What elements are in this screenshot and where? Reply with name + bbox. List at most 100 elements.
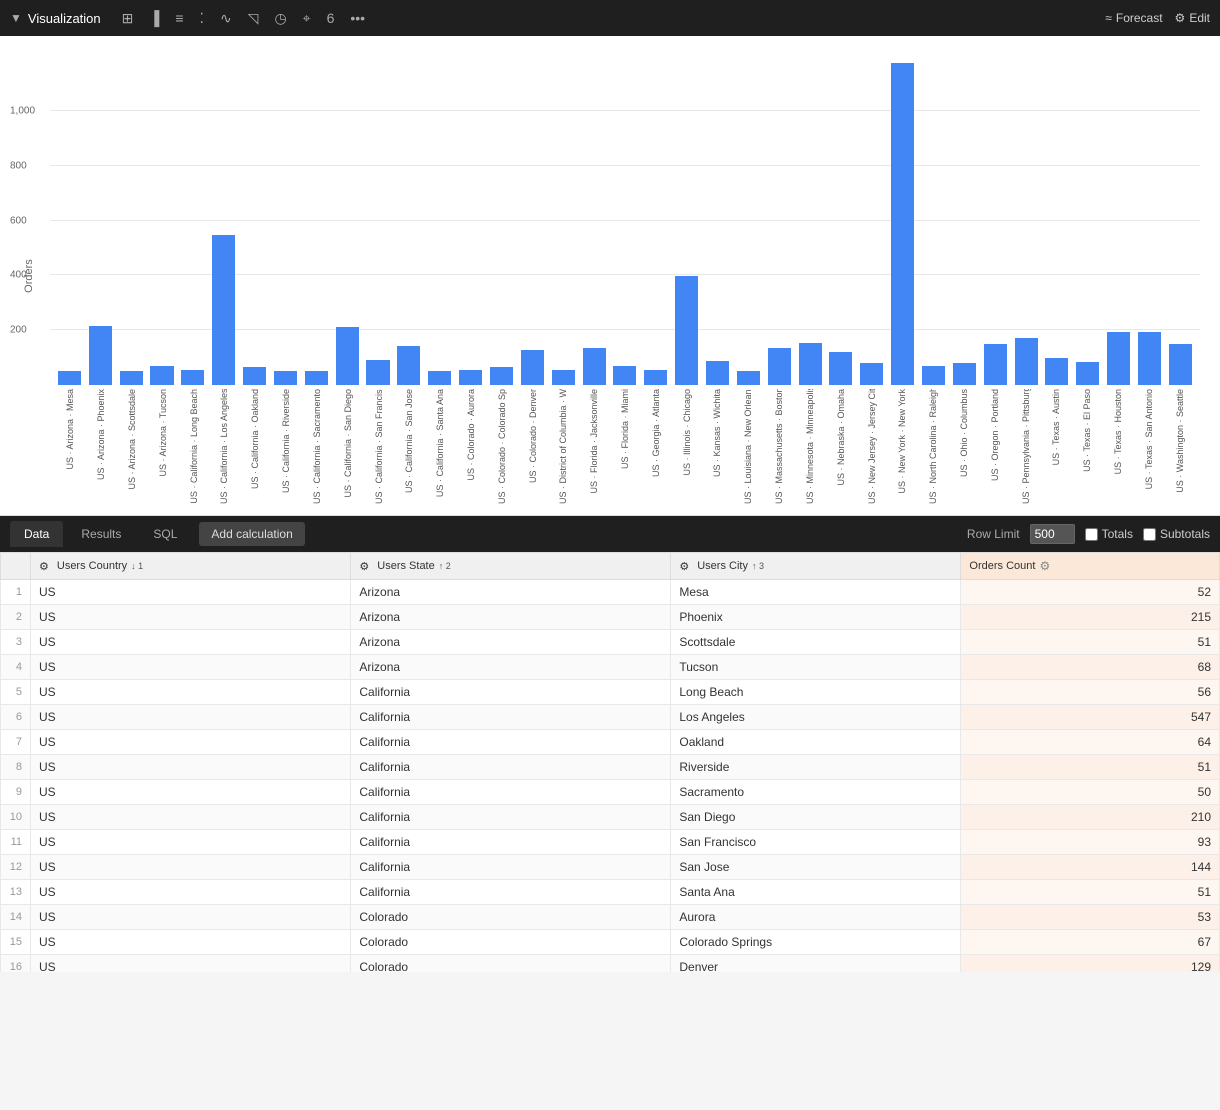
orders-cell: 215 <box>961 605 1220 630</box>
bar-wrap[interactable] <box>765 56 794 385</box>
bar-wrap[interactable] <box>857 56 886 385</box>
bar-wrap[interactable] <box>487 56 516 385</box>
bar-wrap[interactable] <box>1135 56 1164 385</box>
forecast-button[interactable]: ≈ Forecast <box>1105 11 1162 25</box>
table-icon[interactable]: ≡ <box>170 7 188 29</box>
dropdown-arrow-icon[interactable]: ▼ <box>10 11 22 25</box>
bar-wrap[interactable] <box>580 56 609 385</box>
bar <box>644 370 667 385</box>
bar-wrap[interactable] <box>456 56 485 385</box>
city-col-label: Users City <box>697 560 748 572</box>
country-cell: US <box>31 680 351 705</box>
bar-wrap[interactable] <box>1012 56 1041 385</box>
bar-wrap[interactable] <box>1043 56 1072 385</box>
clock-icon[interactable]: ◷ <box>269 7 291 30</box>
bar-wrap[interactable] <box>796 56 825 385</box>
gear-icon-state[interactable]: ⚙ <box>359 560 369 573</box>
edit-button[interactable]: ⚙ Edit <box>1175 11 1210 25</box>
col-users-country[interactable]: ⚙ Users Country ↓ 1 <box>31 553 351 580</box>
tab-data[interactable]: Data <box>10 521 63 547</box>
bar <box>58 371 81 385</box>
bar-wrap[interactable] <box>919 56 948 385</box>
tab-results[interactable]: Results <box>67 521 135 547</box>
bar-wrap[interactable] <box>117 56 146 385</box>
x-label-wrap: US · California · Sacramento <box>302 385 333 505</box>
country-cell: US <box>31 730 351 755</box>
gear-icon-city[interactable]: ⚙ <box>679 560 689 573</box>
chart-container: Orders 1,000800600400200 US · Arizona · … <box>0 36 1220 516</box>
x-label: US · California · Sacramento <box>312 389 322 504</box>
bar-wrap[interactable] <box>703 56 732 385</box>
bar-wrap[interactable] <box>364 56 393 385</box>
map-icon[interactable]: ⌖ <box>298 7 316 30</box>
bar <box>1169 344 1192 385</box>
x-label-wrap: US · Arizona · Scottsdale <box>117 385 148 505</box>
line-icon[interactable]: ∿ <box>215 7 237 30</box>
state-cell: California <box>351 755 671 780</box>
gear-icon[interactable]: ⚙ <box>39 560 49 573</box>
bar-wrap[interactable] <box>734 56 763 385</box>
subtotals-checkbox-label[interactable]: Subtotals <box>1143 527 1210 541</box>
bar-wrap[interactable] <box>240 56 269 385</box>
bar-wrap[interactable] <box>981 56 1010 385</box>
bar-wrap[interactable] <box>271 56 300 385</box>
scatter-icon[interactable]: ⁚ <box>194 7 208 30</box>
city-cell: San Diego <box>671 805 961 830</box>
bar-wrap[interactable] <box>178 56 207 385</box>
totals-checkbox[interactable] <box>1085 528 1098 541</box>
bar-wrap[interactable] <box>333 56 362 385</box>
add-calculation-button[interactable]: Add calculation <box>199 522 304 546</box>
bar-chart-icon[interactable]: ▐ <box>144 7 164 29</box>
more-icon[interactable]: ••• <box>345 7 370 29</box>
bar-wrap[interactable] <box>86 56 115 385</box>
bar-wrap[interactable] <box>209 56 238 385</box>
state-sort[interactable]: ↑ 2 <box>439 561 451 571</box>
bar-wrap[interactable] <box>1166 56 1195 385</box>
bar <box>212 235 235 385</box>
x-label-wrap: US · Texas · Houston <box>1103 385 1134 505</box>
bar-wrap[interactable] <box>148 56 177 385</box>
bar-wrap[interactable] <box>549 56 578 385</box>
city-cell: Aurora <box>671 905 961 930</box>
bar-wrap[interactable] <box>672 56 701 385</box>
x-label: US · California · Santa Ana <box>435 389 445 497</box>
num-icon[interactable]: 6 <box>322 7 340 29</box>
bar-wrap[interactable] <box>518 56 547 385</box>
bars-area <box>50 56 1200 385</box>
bar-wrap[interactable] <box>1104 56 1133 385</box>
gear-icon-orders[interactable]: ⚙ <box>1039 559 1050 573</box>
bar-wrap[interactable] <box>425 56 454 385</box>
bar-wrap[interactable] <box>641 56 670 385</box>
tab-sql[interactable]: SQL <box>139 521 191 547</box>
country-sort[interactable]: ↓ 1 <box>131 561 143 571</box>
bar-wrap[interactable] <box>610 56 639 385</box>
col-users-state[interactable]: ⚙ Users State ↑ 2 <box>351 553 671 580</box>
area-icon[interactable]: ◹ <box>243 7 264 30</box>
table-row: 15 US Colorado Colorado Springs 67 <box>1 930 1220 955</box>
city-sort[interactable]: ↑ 3 <box>752 561 764 571</box>
col-users-city[interactable]: ⚙ Users City ↑ 3 <box>671 553 961 580</box>
x-label: US · New Jersey · Jersey City <box>867 389 877 504</box>
x-label: US · Washington · Seattle <box>1175 389 1185 493</box>
bar-wrap[interactable] <box>394 56 423 385</box>
x-label-wrap: US · Louisiana · New Orleans <box>733 385 764 505</box>
city-cell: Oakland <box>671 730 961 755</box>
x-label-wrap: US · California · Riverside <box>271 385 302 505</box>
bar-wrap[interactable] <box>1073 56 1102 385</box>
state-cell: California <box>351 880 671 905</box>
table-scroll[interactable]: ⚙ Users Country ↓ 1 ⚙ Users State ↑ 2 <box>0 552 1220 972</box>
bar-wrap[interactable] <box>302 56 331 385</box>
col-orders-count[interactable]: Orders Count ⚙ <box>961 553 1220 580</box>
bar <box>768 348 791 385</box>
bar-wrap[interactable] <box>55 56 84 385</box>
row-limit-input[interactable] <box>1030 524 1075 544</box>
subtotals-checkbox[interactable] <box>1143 528 1156 541</box>
bar-wrap[interactable] <box>826 56 855 385</box>
grid-icon[interactable]: ⊞ <box>117 7 139 30</box>
bar-wrap[interactable] <box>888 56 917 385</box>
bar-wrap[interactable] <box>950 56 979 385</box>
x-label: US · Arizona · Mesa <box>65 389 75 470</box>
edit-icon: ⚙ <box>1175 11 1186 25</box>
x-label-wrap: US · California · Oakland <box>240 385 271 505</box>
totals-checkbox-label[interactable]: Totals <box>1085 527 1133 541</box>
